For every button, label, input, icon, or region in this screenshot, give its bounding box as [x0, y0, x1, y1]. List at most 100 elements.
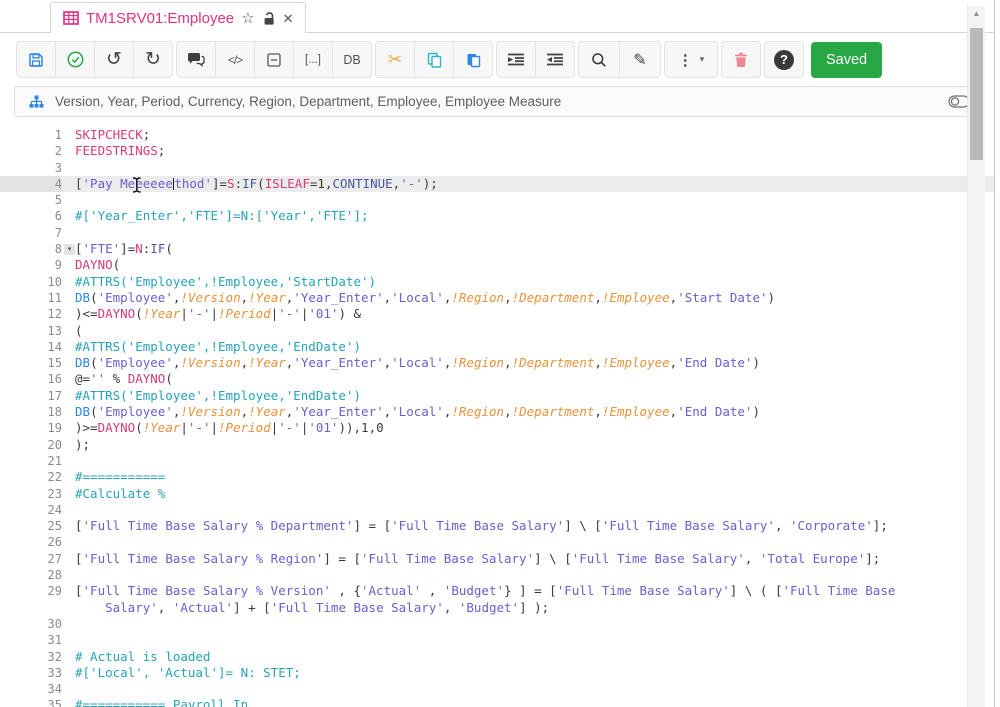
toolbar-group-help: ?	[764, 41, 804, 78]
line-number: 18	[0, 404, 62, 420]
line-number: 22	[0, 469, 62, 485]
code-line: 16@='' % DAYNO(	[0, 371, 994, 387]
code-text: DB('Employee',!Version,!Year,'Year_Enter…	[62, 404, 760, 419]
code-text: ['Full Time Base Salary % Version' , {'A…	[62, 583, 895, 598]
undo-button[interactable]: ↺	[94, 41, 134, 78]
line-number: 12	[0, 306, 62, 322]
code-text: #===========	[62, 469, 165, 484]
code-text: ['Full Time Base Salary % Region'] = ['F…	[62, 551, 880, 566]
code-line: 10#ATTRS('Employee',!Employee,'StartDate…	[0, 274, 994, 290]
fold-marker-icon[interactable]: ▾	[64, 244, 75, 255]
pencil-icon: ✎	[633, 50, 646, 70]
line-number: 33	[0, 665, 62, 681]
line-number: 4	[0, 176, 62, 192]
cube-grid-icon	[63, 11, 79, 25]
toolbar-group-file: ↺ ↻	[16, 41, 173, 78]
code-text: @='' % DAYNO(	[62, 371, 173, 386]
rule-editor[interactable]: 1SKIPCHECK;2FEEDSTRINGS;34['Pay Meeeeeet…	[0, 120, 994, 707]
scrollbar-thumb[interactable]	[970, 28, 983, 160]
code-text	[62, 616, 75, 631]
validate-button[interactable]	[55, 41, 95, 78]
db-icon: DB	[343, 53, 360, 67]
code-text: #ATTRS('Employee',!Employee,'StartDate')	[62, 274, 376, 289]
editor-scrollbar[interactable]: ▲	[967, 6, 985, 707]
close-icon[interactable]: ✕	[283, 12, 294, 25]
toolbar-group-delete	[721, 41, 761, 78]
code-line: 13(	[0, 323, 994, 339]
code-icon: </>	[228, 53, 242, 67]
unlock-icon[interactable]	[262, 11, 276, 26]
line-number: 35	[0, 697, 62, 707]
code-line: 28	[0, 567, 994, 583]
line-number: 5	[0, 192, 62, 208]
scroll-up-arrow[interactable]: ▲	[968, 9, 985, 18]
code-text	[62, 502, 75, 517]
arc-rule-editor-window: TM1SRV01:Employee ☆ ✕	[0, 0, 995, 707]
code-text: DB('Employee',!Version,!Year,'Year_Enter…	[62, 290, 775, 305]
undo-icon: ↺	[106, 48, 122, 71]
code-text: DAYNO(	[62, 257, 120, 272]
comment-button[interactable]	[176, 41, 216, 78]
line-number: 19	[0, 420, 62, 436]
code-text: ['Full Time Base Salary % Department'] =…	[62, 518, 888, 533]
code-line: 7	[0, 225, 994, 241]
comment-bubble-icon	[187, 52, 205, 67]
code-text: FEEDSTRINGS;	[62, 143, 165, 158]
paste-button[interactable]	[453, 41, 493, 78]
db-button[interactable]: DB	[332, 41, 372, 78]
delete-button[interactable]	[721, 41, 761, 78]
code-rows: 1SKIPCHECK;2FEEDSTRINGS;34['Pay Meeeeeet…	[0, 120, 994, 707]
line-number: 2	[0, 143, 62, 159]
line-number: 14	[0, 339, 62, 355]
code-line: 29['Full Time Base Salary % Version' , {…	[0, 583, 994, 599]
code-line: 11DB('Employee',!Version,!Year,'Year_Ent…	[0, 290, 994, 306]
code-line: 19)>=DAYNO(!Year|'-'|!Period|'-'|'01')),…	[0, 420, 994, 436]
redo-button[interactable]: ↻	[133, 41, 173, 78]
code-text: #['Local', 'Actual']= N: STET;	[62, 665, 301, 680]
cut-button[interactable]: ✂	[375, 41, 415, 78]
line-number: 10	[0, 274, 62, 290]
code-text: #=========== Payroll In	[62, 697, 248, 707]
favorite-star-icon[interactable]: ☆	[241, 11, 254, 26]
code-line: 21	[0, 453, 994, 469]
help-icon: ?	[774, 50, 794, 70]
code-text: SKIPCHECK;	[62, 127, 150, 142]
copy-button[interactable]	[414, 41, 454, 78]
code-line: 35#=========== Payroll In	[0, 697, 994, 707]
more-options-button[interactable]: ⋮ ▾	[664, 41, 718, 78]
paste-clipboard-icon	[466, 52, 481, 68]
line-number: 32	[0, 649, 62, 665]
code-text: ['Pay Meeeeeethod']=S:IF(ISLEAF=1,CONTIN…	[62, 176, 438, 191]
outdent-button[interactable]	[535, 41, 575, 78]
code-line: 23#Calculate %	[0, 486, 994, 502]
code-line: 18DB('Employee',!Version,!Year,'Year_Ent…	[0, 404, 994, 420]
search-button[interactable]	[578, 41, 620, 78]
code-text: DB('Employee',!Version,!Year,'Year_Enter…	[62, 355, 760, 370]
line-number: 3	[0, 160, 62, 176]
edit-button[interactable]: ✎	[619, 41, 661, 78]
dimension-list: Version, Year, Period, Currency, Region,…	[55, 94, 937, 109]
line-number: 24	[0, 502, 62, 518]
dimension-bar[interactable]: Version, Year, Period, Currency, Region,…	[14, 86, 985, 117]
code-line: 6#['Year_Enter','FTE']=N:['Year','FTE'];	[0, 208, 994, 224]
tab-title: TM1SRV01:Employee	[86, 10, 234, 27]
code-text	[62, 453, 75, 468]
code-line: 14#ATTRS('Employee',!Employee,'EndDate')	[0, 339, 994, 355]
saved-button[interactable]: Saved	[811, 42, 882, 78]
line-number: 6	[0, 208, 62, 224]
line-number: 25	[0, 518, 62, 534]
code-text: )>=DAYNO(!Year|'-'|!Period|'-'|'01')),1,…	[62, 420, 384, 435]
scissors-icon: ✂	[388, 50, 402, 70]
code-line: 30	[0, 616, 994, 632]
code-view-button[interactable]: </>	[215, 41, 255, 78]
code-text: # Actual is loaded	[62, 649, 210, 664]
indent-button[interactable]	[496, 41, 536, 78]
save-button[interactable]	[16, 41, 56, 78]
help-button[interactable]: ?	[764, 41, 804, 78]
brackets-button[interactable]: [...]	[293, 41, 333, 78]
code-line: 26	[0, 534, 994, 550]
tab-tm1srv01-employee[interactable]: TM1SRV01:Employee ☆ ✕	[50, 2, 306, 33]
toolbar-group-indent	[496, 41, 575, 78]
line-number: 31	[0, 632, 62, 648]
collapse-button[interactable]	[254, 41, 294, 78]
